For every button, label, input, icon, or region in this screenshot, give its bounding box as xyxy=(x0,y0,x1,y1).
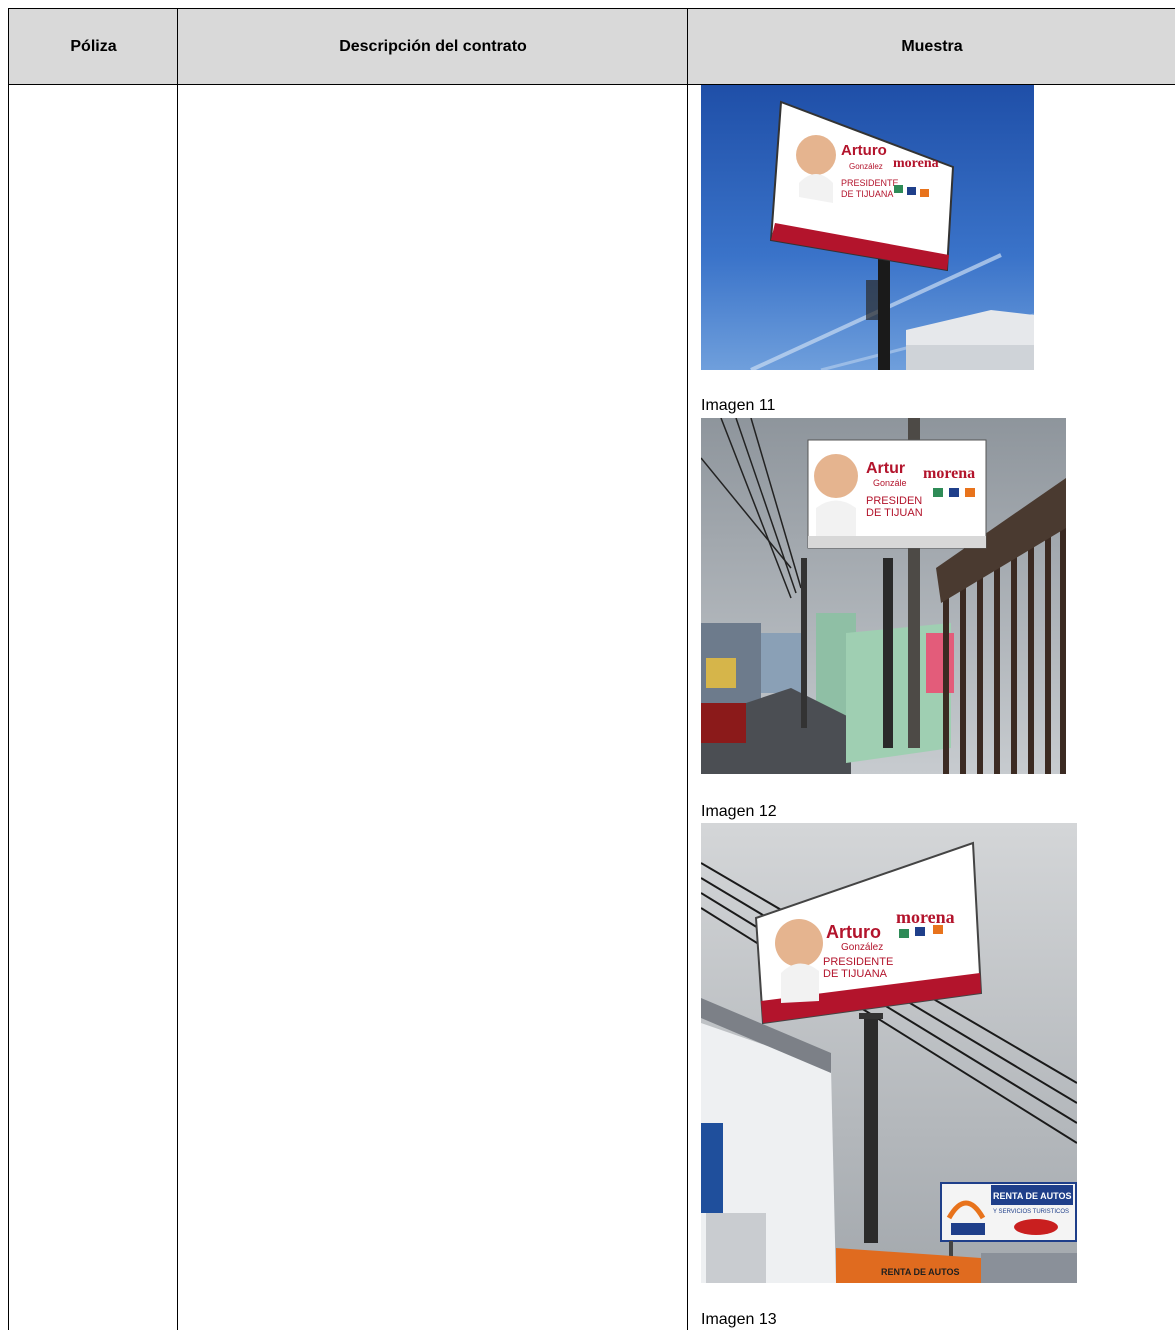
poliza-cell xyxy=(9,85,177,1330)
billboard-photo-2: Artur morena Gonzále PRESIDEN DE TIJUAN xyxy=(701,418,1066,774)
billboard-1-line1: PRESIDENTE xyxy=(841,178,899,188)
image-caption-12: Imagen 12 xyxy=(701,803,777,820)
image-caption-13: Imagen 13 xyxy=(701,1311,777,1328)
column-divider-2 xyxy=(687,8,688,1330)
header-descripcion: Descripción del contrato xyxy=(339,38,527,55)
billboard-2-name-first: Artur xyxy=(866,460,905,477)
awning-text: RENTA DE AUTOS xyxy=(881,1267,960,1277)
table-header: Póliza Descripción del contrato Muestra xyxy=(8,8,1175,84)
header-muestra: Muestra xyxy=(901,38,963,55)
billboard-3-line2: DE TIJUANA xyxy=(823,968,888,980)
billboard-photo-1: Arturo morena González PRESIDENTE DE TIJ… xyxy=(701,85,1034,370)
contract-table: Póliza Descripción del contrato Muestra xyxy=(8,8,1175,1330)
billboard-2-line2: DE TIJUAN xyxy=(866,507,923,519)
billboard-2-name-last: Gonzále xyxy=(873,478,907,488)
billboard-3-name-first: Arturo xyxy=(826,922,881,942)
billboard-1-party: morena xyxy=(893,156,939,171)
billboard-3-line1: PRESIDENTE xyxy=(823,956,893,968)
image-caption-11: Imagen 11 xyxy=(701,397,776,414)
sign-title: RENTA DE AUTOS xyxy=(993,1191,1072,1201)
header-poliza: Póliza xyxy=(70,38,117,55)
billboard-1-line2: DE TIJUANA xyxy=(841,189,893,199)
descripcion-cell xyxy=(178,85,687,1330)
billboard-1-name-first: Arturo xyxy=(841,142,887,159)
billboard-3-name-last: González xyxy=(841,942,883,953)
billboard-1-name-last: González xyxy=(849,162,883,171)
sign-subtitle: Y SERVICIOS TURISTICOS xyxy=(993,1209,1069,1215)
billboard-2-line1: PRESIDEN xyxy=(866,495,922,507)
billboard-3-party: morena xyxy=(896,907,955,927)
billboard-photo-3: Arturo morena González PRESIDENTE DE TIJ… xyxy=(701,823,1077,1283)
billboard-2-party: morena xyxy=(923,465,975,482)
